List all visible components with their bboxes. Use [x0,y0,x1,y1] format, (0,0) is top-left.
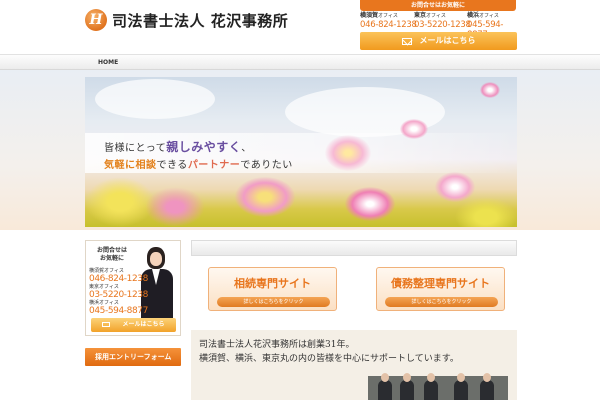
global-nav: HOME [0,54,600,70]
site-logo[interactable]: H 司法書士法人 花沢事務所 [85,9,288,31]
envelope-icon [401,37,412,45]
about-line: 横須賀、横浜、東京丸の内の皆様を中心にサポートしています。 [199,354,459,364]
sidebar-office-tel[interactable]: 045-594-8877 [89,306,148,316]
flower-shape [400,119,428,139]
office-name: 東京オフィス [414,12,446,19]
debt-site-banner[interactable]: 債務整理専門サイト 詳しくはこちらをクリック [376,267,505,311]
sidebar-mail-label: メールはこちら [122,321,165,328]
inheritance-site-banner[interactable]: 相続専門サイト 詳しくはこちらをクリック [208,267,337,311]
flower-shape [145,187,205,227]
banner-title: 債務整理専門サイト [391,277,490,290]
sidebar-mail-button[interactable]: メールはこちら [91,318,176,332]
recruit-entry-button[interactable]: 採用エントリーフォーム [85,348,181,366]
cloud-shape [95,79,215,119]
flower-shape [345,187,395,221]
flower-shape [85,177,155,227]
about-line: 司法書士法人花沢事務所は創業31年。 [199,340,355,350]
banner-title: 相続専門サイト [234,277,311,290]
office-tel[interactable]: 03-5220-1238 [414,20,471,30]
hero-tagline-1: 皆様にとって親しみやすく、 [104,140,252,154]
flower-shape [435,172,475,202]
sidebar-office-tel[interactable]: 03-5220-1238 [89,290,148,300]
sidebar-office-tel[interactable]: 046-824-1238 [89,274,148,284]
header-mail-button[interactable]: メールはこちら [360,32,517,50]
office-name: 横浜オフィス [467,12,499,19]
sidebar-office-tokyo: 東京オフィス 03-5220-1238 [89,284,148,300]
office-tel[interactable]: 046-824-1238 [360,20,417,30]
office-name: 横須賀オフィス [360,12,398,19]
header-offices: 横須賀オフィス 046-824-1238 東京オフィス 03-5220-1238… [360,12,520,40]
about-section: 司法書士法人花沢事務所は創業31年。 横須賀、横浜、東京丸の内の皆様を中心にサポ… [191,330,517,400]
about-text: 司法書士法人花沢事務所は創業31年。 横須賀、横浜、東京丸の内の皆様を中心にサポ… [199,338,459,366]
sidebar-office-yokohama: 横浜オフィス 045-594-8877 [89,300,148,316]
logo-text: 司法書士法人 花沢事務所 [112,11,289,30]
site-header: H 司法書士法人 花沢事務所 お問合せはお気軽に 横須賀オフィス 046-824… [0,0,600,54]
sidebar-question: お問合せは お気軽に [96,247,127,262]
banner-detail-button[interactable]: 詳しくはこちらをクリック [217,297,330,307]
staff-group-photo [368,373,508,400]
sidebar-office-yokosuka: 横須賀オフィス 046-824-1238 [89,268,148,284]
office-tokyo: 東京オフィス 03-5220-1238 [414,12,471,30]
flower-shape [235,177,295,217]
content-title-bar [191,240,517,256]
logo-mark-icon: H [85,9,107,31]
banner-detail-button[interactable]: 詳しくはこちらをクリック [385,297,498,307]
envelope-icon [102,322,111,327]
flower-shape [325,135,371,171]
office-yokosuka: 横須賀オフィス 046-824-1238 [360,12,417,30]
hero-tagline-2: 気軽に相談できるパートナーでありたい [104,160,293,171]
sidebar-contact-box: お問合せは お気軽に 横須賀オフィス 046-824-1238 東京オフィス 0… [85,240,181,336]
flower-shape [480,82,500,98]
flower-shape [455,197,517,227]
mail-button-label: メールはこちら [419,36,476,45]
contact-heading: お問合せはお気軽に [360,0,516,11]
nav-home-link[interactable]: HOME [98,55,118,70]
